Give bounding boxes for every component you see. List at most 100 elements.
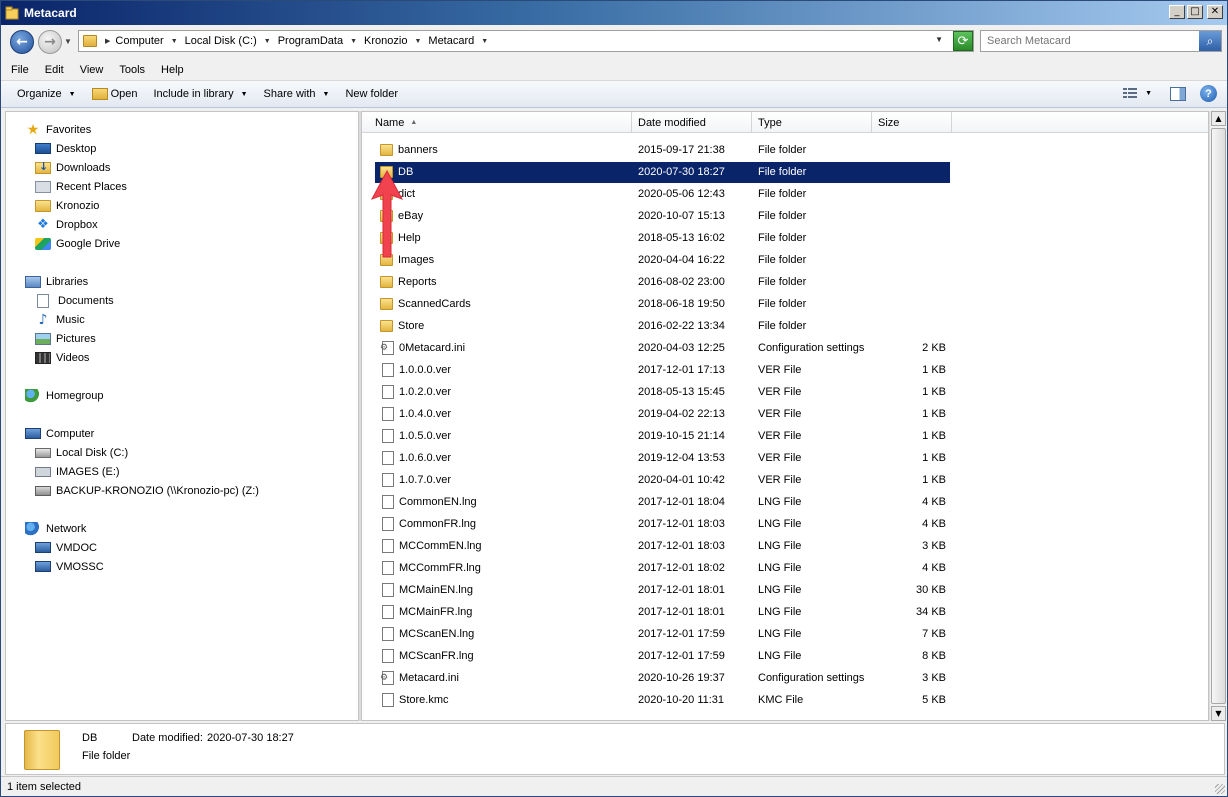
file-row[interactable]: eBay 2020-10-07 15:13 File folder <box>362 205 1208 227</box>
file-row[interactable]: 1.0.7.0.ver 2020-04-01 10:42 VER File 1 KB <box>362 469 1208 491</box>
column-type[interactable]: Type <box>752 112 872 133</box>
organize-button[interactable]: Organize ▼ <box>17 88 76 100</box>
file-icon <box>382 627 394 641</box>
nav-item[interactable]: VMDOC <box>6 538 358 557</box>
nav-libraries[interactable]: Libraries <box>6 272 358 291</box>
recent-pages-dropdown[interactable]: ▼ <box>64 37 72 46</box>
file-row[interactable]: 1.0.0.0.ver 2017-12-01 17:13 VER File 1 KB <box>362 359 1208 381</box>
file-row[interactable]: dict 2020-05-06 12:43 File folder <box>362 183 1208 205</box>
nav-item[interactable]: Downloads <box>6 158 358 177</box>
view-details-icon[interactable] <box>1123 87 1138 100</box>
column-size[interactable]: Size <box>872 112 952 133</box>
details-pane: DB Date modified: 2020-07-30 18:27 File … <box>5 723 1225 775</box>
file-type: VER File <box>758 474 802 486</box>
column-date-modified[interactable]: Date modified <box>632 112 752 133</box>
breadcrumb-item[interactable]: ProgramData <box>278 35 343 47</box>
file-row[interactable]: MCMainFR.lng 2017-12-01 18:01 LNG File 34 K… <box>362 601 1208 623</box>
new-folder-button[interactable]: New folder <box>345 88 398 100</box>
menu-tools[interactable]: Tools <box>119 64 145 76</box>
menu-edit[interactable]: Edit <box>45 64 64 76</box>
minimize-button[interactable]: _ <box>1169 5 1185 19</box>
nav-item[interactable]: VMOSSC <box>6 557 358 576</box>
search-button[interactable]: ⌕ <box>1199 31 1221 51</box>
maximize-button[interactable]: □ <box>1187 5 1203 19</box>
nav-network[interactable]: Network <box>6 519 358 538</box>
nav-homegroup[interactable]: Homegroup <box>6 386 358 405</box>
breadcrumb-dropdown-icon[interactable]: ▼ <box>264 38 271 45</box>
nav-item[interactable]: Videos <box>6 348 358 367</box>
breadcrumb-item[interactable]: Kronozio <box>364 35 407 47</box>
menu-view[interactable]: View <box>80 64 104 76</box>
file-row[interactable]: MCScanFR.lng 2017-12-01 17:59 LNG File 8 KB <box>362 645 1208 667</box>
file-row[interactable]: 1.0.5.0.ver 2019-10-15 21:14 VER File 1 KB <box>362 425 1208 447</box>
file-row[interactable]: banners 2015-09-17 21:38 File folder <box>362 139 1208 161</box>
address-history-dropdown[interactable]: ▼ <box>935 35 943 44</box>
nav-item[interactable]: ♪ Music <box>6 310 358 329</box>
close-button[interactable]: ✕ <box>1207 5 1223 19</box>
file-row[interactable]: MCCommFR.lng 2017-12-01 18:02 LNG File 4 KB <box>362 557 1208 579</box>
file-date: 2018-05-13 16:02 <box>638 232 725 244</box>
resize-grip-icon[interactable] <box>1215 784 1225 794</box>
file-row[interactable]: ScannedCards 2018-06-18 19:50 File folder <box>362 293 1208 315</box>
breadcrumb-item[interactable]: Local Disk (C:) <box>185 35 257 47</box>
file-row[interactable]: CommonFR.lng 2017-12-01 18:03 LNG File 4 KB <box>362 513 1208 535</box>
menu-help[interactable]: Help <box>161 64 184 76</box>
vertical-scrollbar[interactable]: ▲ ▼ <box>1209 111 1226 721</box>
file-row[interactable]: Store.kmc 2020-10-20 11:31 KMC File 5 KB <box>362 689 1208 711</box>
help-icon[interactable]: ? <box>1200 85 1217 102</box>
open-button[interactable]: Open <box>91 88 138 100</box>
file-row[interactable]: MCScanEN.lng 2017-12-01 17:59 LNG File 7 KB <box>362 623 1208 645</box>
nav-item[interactable]: Documents <box>6 291 358 310</box>
nav-item[interactable]: Google Drive <box>6 234 358 253</box>
file-row[interactable]: Reports 2016-08-02 23:00 File folder <box>362 271 1208 293</box>
file-row[interactable]: MCMainEN.lng 2017-12-01 18:01 LNG File 30 K… <box>362 579 1208 601</box>
file-row[interactable]: 1.0.2.0.ver 2018-05-13 15:45 VER File 1 KB <box>362 381 1208 403</box>
file-row[interactable]: Images 2020-04-04 16:22 File folder <box>362 249 1208 271</box>
scroll-thumb[interactable] <box>1211 128 1226 704</box>
file-row[interactable]: 0Metacard.ini 2020-04-03 12:25 Configurati… <box>362 337 1208 359</box>
breadcrumb-item[interactable]: Metacard <box>428 35 474 47</box>
preview-pane-icon[interactable] <box>1170 86 1186 101</box>
breadcrumb-dropdown-icon[interactable]: ▼ <box>481 38 488 45</box>
nav-computer[interactable]: Computer <box>6 424 358 443</box>
search-input[interactable] <box>981 31 1191 51</box>
breadcrumb-dropdown-icon[interactable]: ▼ <box>414 38 421 45</box>
breadcrumb-dropdown-icon[interactable]: ▼ <box>171 38 178 45</box>
file-row[interactable]: 1.0.4.0.ver 2019-04-02 22:13 VER File 1 KB <box>362 403 1208 425</box>
view-options-dropdown[interactable]: ▼ <box>1145 90 1152 97</box>
column-name[interactable]: Name ▲ <box>369 112 632 133</box>
include-in-library-button[interactable]: Include in library ▼ <box>154 88 248 100</box>
nav-item[interactable]: Pictures <box>6 329 358 348</box>
nav-item[interactable]: Desktop <box>6 139 358 158</box>
file-row[interactable]: CommonEN.lng 2017-12-01 18:04 LNG File 4 KB <box>362 491 1208 513</box>
computer-icon <box>35 561 51 572</box>
file-row[interactable]: DB 2020-07-30 18:27 File folder <box>362 161 1208 183</box>
file-name: MCScanEN.lng <box>399 628 475 640</box>
nav-item[interactable]: IMAGES (E:) <box>6 462 358 481</box>
nav-item[interactable]: Recent Places <box>6 177 358 196</box>
file-row[interactable]: Metacard.ini 2020-10-26 19:37 Configuratio… <box>362 667 1208 689</box>
breadcrumb-item[interactable]: Computer <box>115 35 163 47</box>
nav-item[interactable]: ❖ Dropbox <box>6 215 358 234</box>
file-row[interactable]: Store 2016-02-22 13:34 File folder <box>362 315 1208 337</box>
file-row[interactable]: MCCommEN.lng 2017-12-01 18:03 LNG File 3 KB <box>362 535 1208 557</box>
file-size: 2 KB <box>922 342 946 354</box>
chevron-icon[interactable]: ▶ <box>105 37 110 45</box>
share-with-button[interactable]: Share with ▼ <box>264 88 330 100</box>
nav-item[interactable]: Kronozio <box>6 196 358 215</box>
breadcrumb-dropdown-icon[interactable]: ▼ <box>350 38 357 45</box>
address-bar[interactable]: ▶ Computer ▼ Local Disk (C:) ▼ ProgramData ▼ K… <box>78 30 974 52</box>
nav-item[interactable]: BACKUP-KRONOZIO (\\Kronozio-pc) (Z:) <box>6 481 358 500</box>
back-button[interactable]: ← <box>10 30 34 54</box>
nav-favorites[interactable]: ★ Favorites <box>6 120 358 139</box>
refresh-button[interactable]: ⟳ <box>953 31 973 51</box>
title-bar[interactable]: Metacard _ □ ✕ <box>1 1 1227 25</box>
file-row[interactable]: 1.0.6.0.ver 2019-12-04 13:53 VER File 1 KB <box>362 447 1208 469</box>
file-date: 2020-10-26 19:37 <box>638 672 725 684</box>
nav-item[interactable]: Local Disk (C:) <box>6 443 358 462</box>
file-row[interactable]: Help 2018-05-13 16:02 File folder <box>362 227 1208 249</box>
scroll-down-button[interactable]: ▼ <box>1211 706 1226 721</box>
scroll-up-button[interactable]: ▲ <box>1211 111 1226 126</box>
menu-file[interactable]: File <box>11 64 29 76</box>
forward-button[interactable]: → <box>38 30 62 54</box>
